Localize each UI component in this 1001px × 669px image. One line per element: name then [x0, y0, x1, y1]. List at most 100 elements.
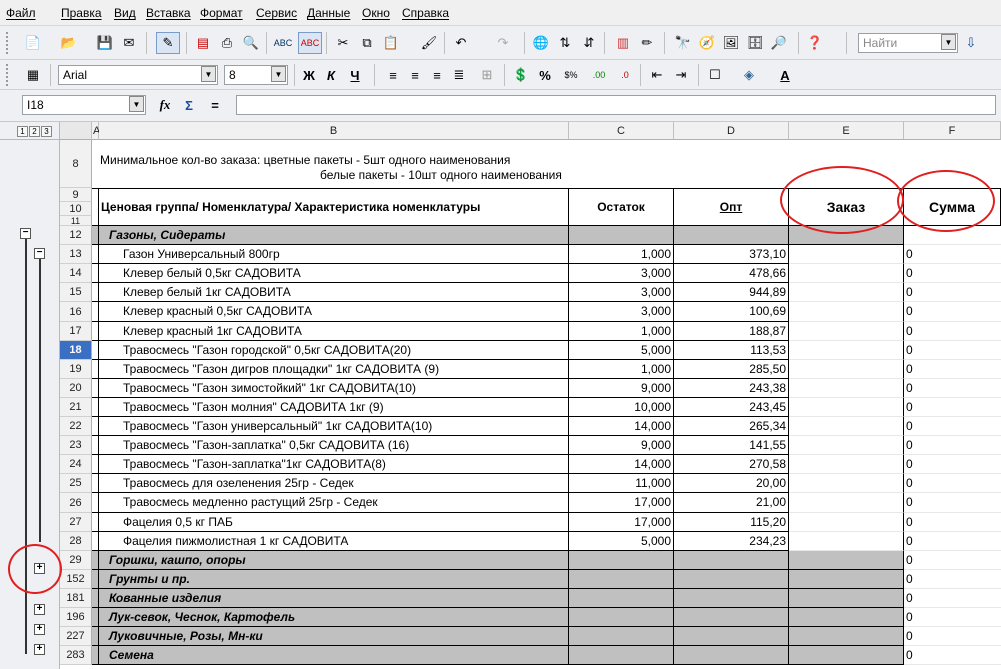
cell-sum[interactable]: 0: [904, 608, 1001, 627]
outline-level-3[interactable]: 3: [41, 126, 52, 137]
cell-price[interactable]: 21,00: [674, 493, 789, 513]
cell-order[interactable]: [789, 608, 904, 627]
cell-sum[interactable]: 0: [904, 360, 1001, 379]
cell-sum[interactable]: 0: [904, 513, 1001, 532]
cell-price[interactable]: 270,58: [674, 455, 789, 474]
hyperlink-icon[interactable]: 🌐: [532, 34, 550, 52]
cell-name[interactable]: Фацелия 0,5 кг ПАБ: [99, 513, 569, 532]
cell-sum[interactable]: 0: [904, 341, 1001, 360]
cell-price[interactable]: 265,34: [674, 417, 789, 436]
cell-order[interactable]: [789, 455, 904, 474]
function-wizard-icon[interactable]: fx: [156, 96, 174, 114]
cell-a[interactable]: [92, 322, 99, 341]
toolbar-grip[interactable]: [6, 64, 10, 86]
cell-name[interactable]: Фацелия пижмолистная 1 кг САДОВИТА: [99, 532, 569, 551]
cell-name[interactable]: Клевер красный 1кг САДОВИТА: [99, 322, 569, 341]
cell-sum[interactable]: 0: [904, 474, 1001, 493]
save-icon[interactable]: 💾: [96, 34, 114, 52]
row-header[interactable]: 27: [60, 513, 92, 532]
row-header[interactable]: 283: [60, 646, 92, 665]
font-name-dropdown-icon[interactable]: ▼: [201, 66, 216, 82]
paste-icon[interactable]: 📋: [382, 34, 400, 52]
cut-icon[interactable]: ✂: [334, 34, 352, 52]
row-header[interactable]: 26: [60, 493, 92, 513]
cell-name[interactable]: Горшки, кашпо, опоры: [99, 551, 569, 570]
row-header[interactable]: 8: [60, 140, 92, 188]
align-center-icon[interactable]: ≡: [406, 66, 424, 84]
font-color-icon[interactable]: A: [776, 66, 794, 84]
cell-price[interactable]: 141,55: [674, 436, 789, 455]
row-header[interactable]: 22: [60, 417, 92, 436]
cell-a[interactable]: [92, 417, 99, 436]
menu-format[interactable]: Формат: [200, 6, 243, 20]
format-paintbrush-icon[interactable]: 🖌: [420, 34, 438, 52]
cell-order[interactable]: [789, 322, 904, 341]
cell-sum[interactable]: 0: [904, 551, 1001, 570]
column-header-b[interactable]: B: [99, 122, 569, 140]
cell-order[interactable]: [789, 493, 904, 513]
print-icon[interactable]: ⎙: [218, 34, 236, 52]
cell-price[interactable]: 243,38: [674, 379, 789, 398]
cell-sum[interactable]: 0: [904, 532, 1001, 551]
cell-price[interactable]: 20,00: [674, 474, 789, 493]
formula-input[interactable]: [236, 95, 996, 115]
row-header[interactable]: 17: [60, 322, 92, 341]
cell-stock[interactable]: 1,000: [569, 322, 674, 341]
column-header-e[interactable]: E: [789, 122, 904, 140]
sum-icon[interactable]: Σ: [180, 96, 198, 114]
cell-order[interactable]: [789, 245, 904, 264]
cell-name[interactable]: Травосмесь "Газон зимостойкий" 1кг САДОВ…: [99, 379, 569, 398]
cell-order[interactable]: [789, 341, 904, 360]
export-pdf-icon[interactable]: ▤: [194, 34, 212, 52]
cell-order[interactable]: [789, 646, 904, 665]
row-header[interactable]: 181: [60, 589, 92, 608]
cell-a[interactable]: [92, 513, 99, 532]
cell-a[interactable]: [92, 608, 99, 627]
cell-sum[interactable]: 0: [904, 436, 1001, 455]
cell-stock[interactable]: 3,000: [569, 283, 674, 302]
cell-sum[interactable]: 0: [904, 646, 1001, 665]
cell-name[interactable]: Травосмесь "Газон городской" 0,5кг САДОВ…: [99, 341, 569, 360]
row-header[interactable]: 16: [60, 302, 92, 322]
row-header[interactable]: 21: [60, 398, 92, 417]
cell-sum[interactable]: 0: [904, 379, 1001, 398]
column-header-d[interactable]: D: [674, 122, 789, 140]
cell-price[interactable]: 100,69: [674, 302, 789, 322]
cell-stock[interactable]: [569, 551, 674, 570]
cell-stock[interactable]: 17,000: [569, 493, 674, 513]
cell-a[interactable]: [92, 474, 99, 493]
cell-stock[interactable]: [569, 627, 674, 646]
cell-price[interactable]: 243,45: [674, 398, 789, 417]
cell-sum[interactable]: 0: [904, 627, 1001, 646]
new-document-icon[interactable]: 📄: [24, 34, 42, 52]
cell-name[interactable]: Газон Универсальный 800гр: [99, 245, 569, 264]
sort-ascending-icon[interactable]: ⇅: [556, 34, 574, 52]
draw-functions-icon[interactable]: ✏: [638, 34, 656, 52]
gallery-icon[interactable]: 🖼: [722, 34, 740, 52]
autospellcheck-icon[interactable]: ABC: [298, 32, 322, 54]
outline-level-2[interactable]: 2: [29, 126, 40, 137]
name-box-dropdown-icon[interactable]: ▼: [129, 96, 144, 112]
remove-decimal-icon[interactable]: .0: [616, 66, 634, 84]
cell-name[interactable]: Травосмесь "Газон молния" САДОВИТА 1кг (…: [99, 398, 569, 417]
cell-price[interactable]: 234,23: [674, 532, 789, 551]
cell-stock[interactable]: [569, 608, 674, 627]
row-header[interactable]: 227: [60, 627, 92, 646]
expand-group-button[interactable]: +: [34, 644, 45, 655]
column-header-f[interactable]: F: [904, 122, 1001, 140]
cell-name[interactable]: Травосмесь "Газон универсальный" 1кг САД…: [99, 417, 569, 436]
email-icon[interactable]: ✉: [120, 34, 138, 52]
underline-button[interactable]: Ч: [346, 66, 364, 84]
cell-order[interactable]: [789, 589, 904, 608]
font-name-select[interactable]: Arial: [58, 65, 218, 85]
cell-order[interactable]: [789, 627, 904, 646]
column-header-a[interactable]: A: [92, 122, 100, 140]
row-header[interactable]: 29: [60, 551, 92, 570]
align-right-icon[interactable]: ≡: [428, 66, 446, 84]
expand-group-button[interactable]: +: [34, 624, 45, 635]
row-header[interactable]: 24: [60, 455, 92, 474]
cell-name[interactable]: Семена: [99, 646, 569, 665]
name-box[interactable]: I18: [22, 95, 146, 115]
cell-order[interactable]: [789, 379, 904, 398]
cell-price[interactable]: [674, 551, 789, 570]
